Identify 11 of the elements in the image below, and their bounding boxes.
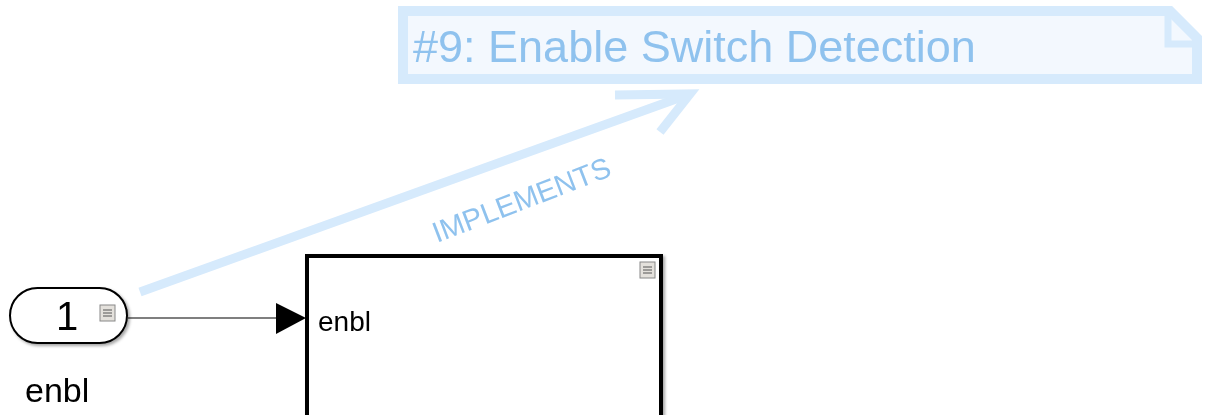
requirement-title: #9: Enable Switch Detection — [413, 21, 976, 72]
inport-label: enbl — [25, 371, 90, 409]
port-label: enbl — [318, 306, 371, 337]
signal-line-arrow[interactable] — [127, 303, 306, 334]
folded-corner-icon — [1164, 14, 1194, 48]
requirement-note[interactable] — [398, 6, 1202, 84]
inport-number: 1 — [55, 294, 79, 338]
subsystem-block[interactable] — [305, 254, 663, 415]
inport-block[interactable] — [9, 287, 128, 344]
document-icon[interactable] — [99, 304, 116, 322]
document-icon[interactable] — [639, 261, 656, 279]
